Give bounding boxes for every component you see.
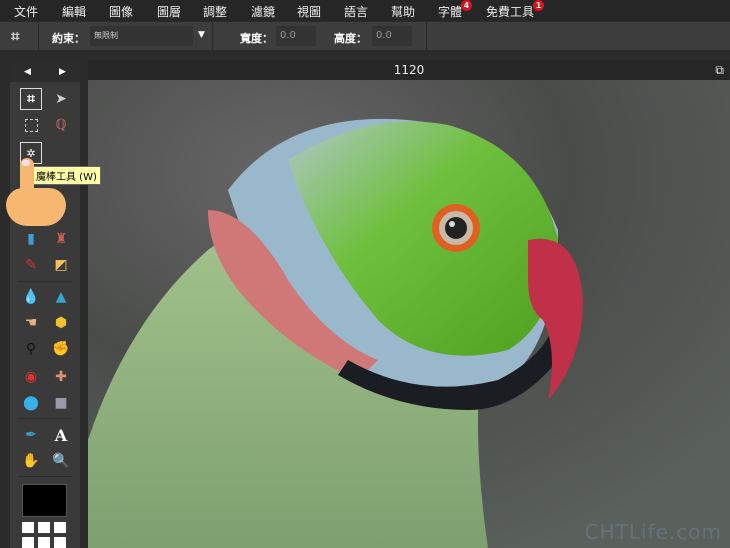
menu-label: 文件 <box>14 5 39 19</box>
menu-label: 幫助 <box>391 5 416 19</box>
menu-bar: 文件 編輯 圖像 圖層 調整 濾鏡 視圖 語言 幫助 字體 4 免費工具 1 <box>0 0 730 21</box>
constraint-label: 約束： <box>52 32 85 45</box>
smudge-tool[interactable]: ☚ <box>20 312 42 334</box>
restore-window-icon[interactable]: ⧉ <box>715 60 724 80</box>
type-tool[interactable]: A <box>50 424 72 446</box>
color-replace-tool[interactable]: ✎ <box>20 254 42 276</box>
clone-stamp-tool[interactable]: ♜ <box>50 228 72 250</box>
menu-item-7[interactable]: 語言 <box>344 3 368 20</box>
crop-icon: ⌗ <box>11 27 20 45</box>
bloat-tool[interactable]: ⬤ <box>20 392 42 414</box>
swatch-grid[interactable] <box>22 522 68 548</box>
color-picker-tool[interactable]: ✒ <box>20 424 42 446</box>
menu-label: 圖像 <box>109 5 134 19</box>
menu-item-3[interactable]: 圖層 <box>157 3 181 20</box>
notification-badge: 1 <box>533 0 545 11</box>
menu-label: 免費工具 <box>486 5 535 19</box>
menu-item-0[interactable]: 文件 <box>14 3 38 20</box>
menu-item-10[interactable]: 免費工具 1 <box>486 0 545 20</box>
move-tool[interactable]: ➤ <box>50 88 72 110</box>
menu-label: 濾鏡 <box>251 5 276 19</box>
height-label: 高度： <box>334 32 367 45</box>
watermark: CHTLife.com <box>584 520 722 544</box>
document-title: 1120 <box>393 63 425 77</box>
pinch-tool[interactable]: ■ <box>50 392 72 414</box>
blur-tool[interactable]: 💧 <box>20 286 42 308</box>
options-bar: ⌗ 約束： 無限制 ▼ 寬度： 0.0 高度： 0.0 <box>0 22 730 50</box>
menu-label: 圖層 <box>157 5 182 19</box>
toolbox-prev-button[interactable]: ◀ <box>24 67 31 77</box>
menu-label: 語言 <box>344 5 369 19</box>
canvas-header: 1120 ⧉ <box>88 60 730 80</box>
width-input[interactable]: 0.0 <box>276 26 316 46</box>
height-input[interactable]: 0.0 <box>372 26 412 46</box>
sponge-tool[interactable]: ⬢ <box>50 312 72 334</box>
constraint-select[interactable]: 無限制 <box>90 26 193 46</box>
menu-item-1[interactable]: 編輯 <box>62 3 86 20</box>
shape-tool[interactable]: ◩ <box>50 254 72 276</box>
image-canvas[interactable]: CHTLife.com <box>88 80 730 548</box>
sharpen-tool[interactable]: ▲ <box>50 286 72 308</box>
constraint-value: 無限制 <box>94 31 118 40</box>
menu-label: 編輯 <box>62 5 87 19</box>
chevron-down-icon[interactable]: ▼ <box>198 30 205 40</box>
toolbox-next-button[interactable]: ▶ <box>59 67 66 77</box>
menu-item-2[interactable]: 圖像 <box>109 3 133 20</box>
crop-tool[interactable]: ⌗ <box>20 88 42 110</box>
burn-tool[interactable]: ⚲ <box>20 338 42 360</box>
menu-item-8[interactable]: 幫助 <box>391 3 415 20</box>
width-label: 寬度： <box>240 32 273 45</box>
dodge-tool[interactable]: ✊ <box>50 338 72 360</box>
pointing-hand-icon <box>6 158 66 228</box>
color-swatch[interactable] <box>22 484 67 517</box>
lasso-tool[interactable]: ℚ <box>50 114 72 136</box>
red-eye-tool[interactable]: ◉ <box>20 366 42 388</box>
zoom-tool[interactable]: 🔍 <box>50 450 72 472</box>
hand-tool[interactable]: ✋ <box>20 450 42 472</box>
spot-heal-tool[interactable]: ✚ <box>50 366 72 388</box>
notification-badge: 4 <box>461 0 473 11</box>
menu-item-4[interactable]: 調整 <box>203 3 227 20</box>
marquee-tool[interactable] <box>20 114 42 136</box>
menu-label: 調整 <box>203 5 228 19</box>
menu-item-6[interactable]: 視圖 <box>297 3 321 20</box>
menu-label: 字體 <box>438 5 463 19</box>
menu-label: 視圖 <box>297 5 322 19</box>
toolbox: ◀ ▶ ⌗ ➤ ℚ ✲ ▮ ♜ ✎ ◩ 💧 ▲ ☚ ⬢ ⚲ ✊ ◉ ✚ ⬤ ■ ✒… <box>10 62 80 548</box>
menu-item-5[interactable]: 濾鏡 <box>251 3 275 20</box>
menu-item-9[interactable]: 字體 4 <box>438 0 473 20</box>
gradient-tool[interactable]: ▮ <box>20 228 42 250</box>
parrot-photo <box>88 80 730 548</box>
